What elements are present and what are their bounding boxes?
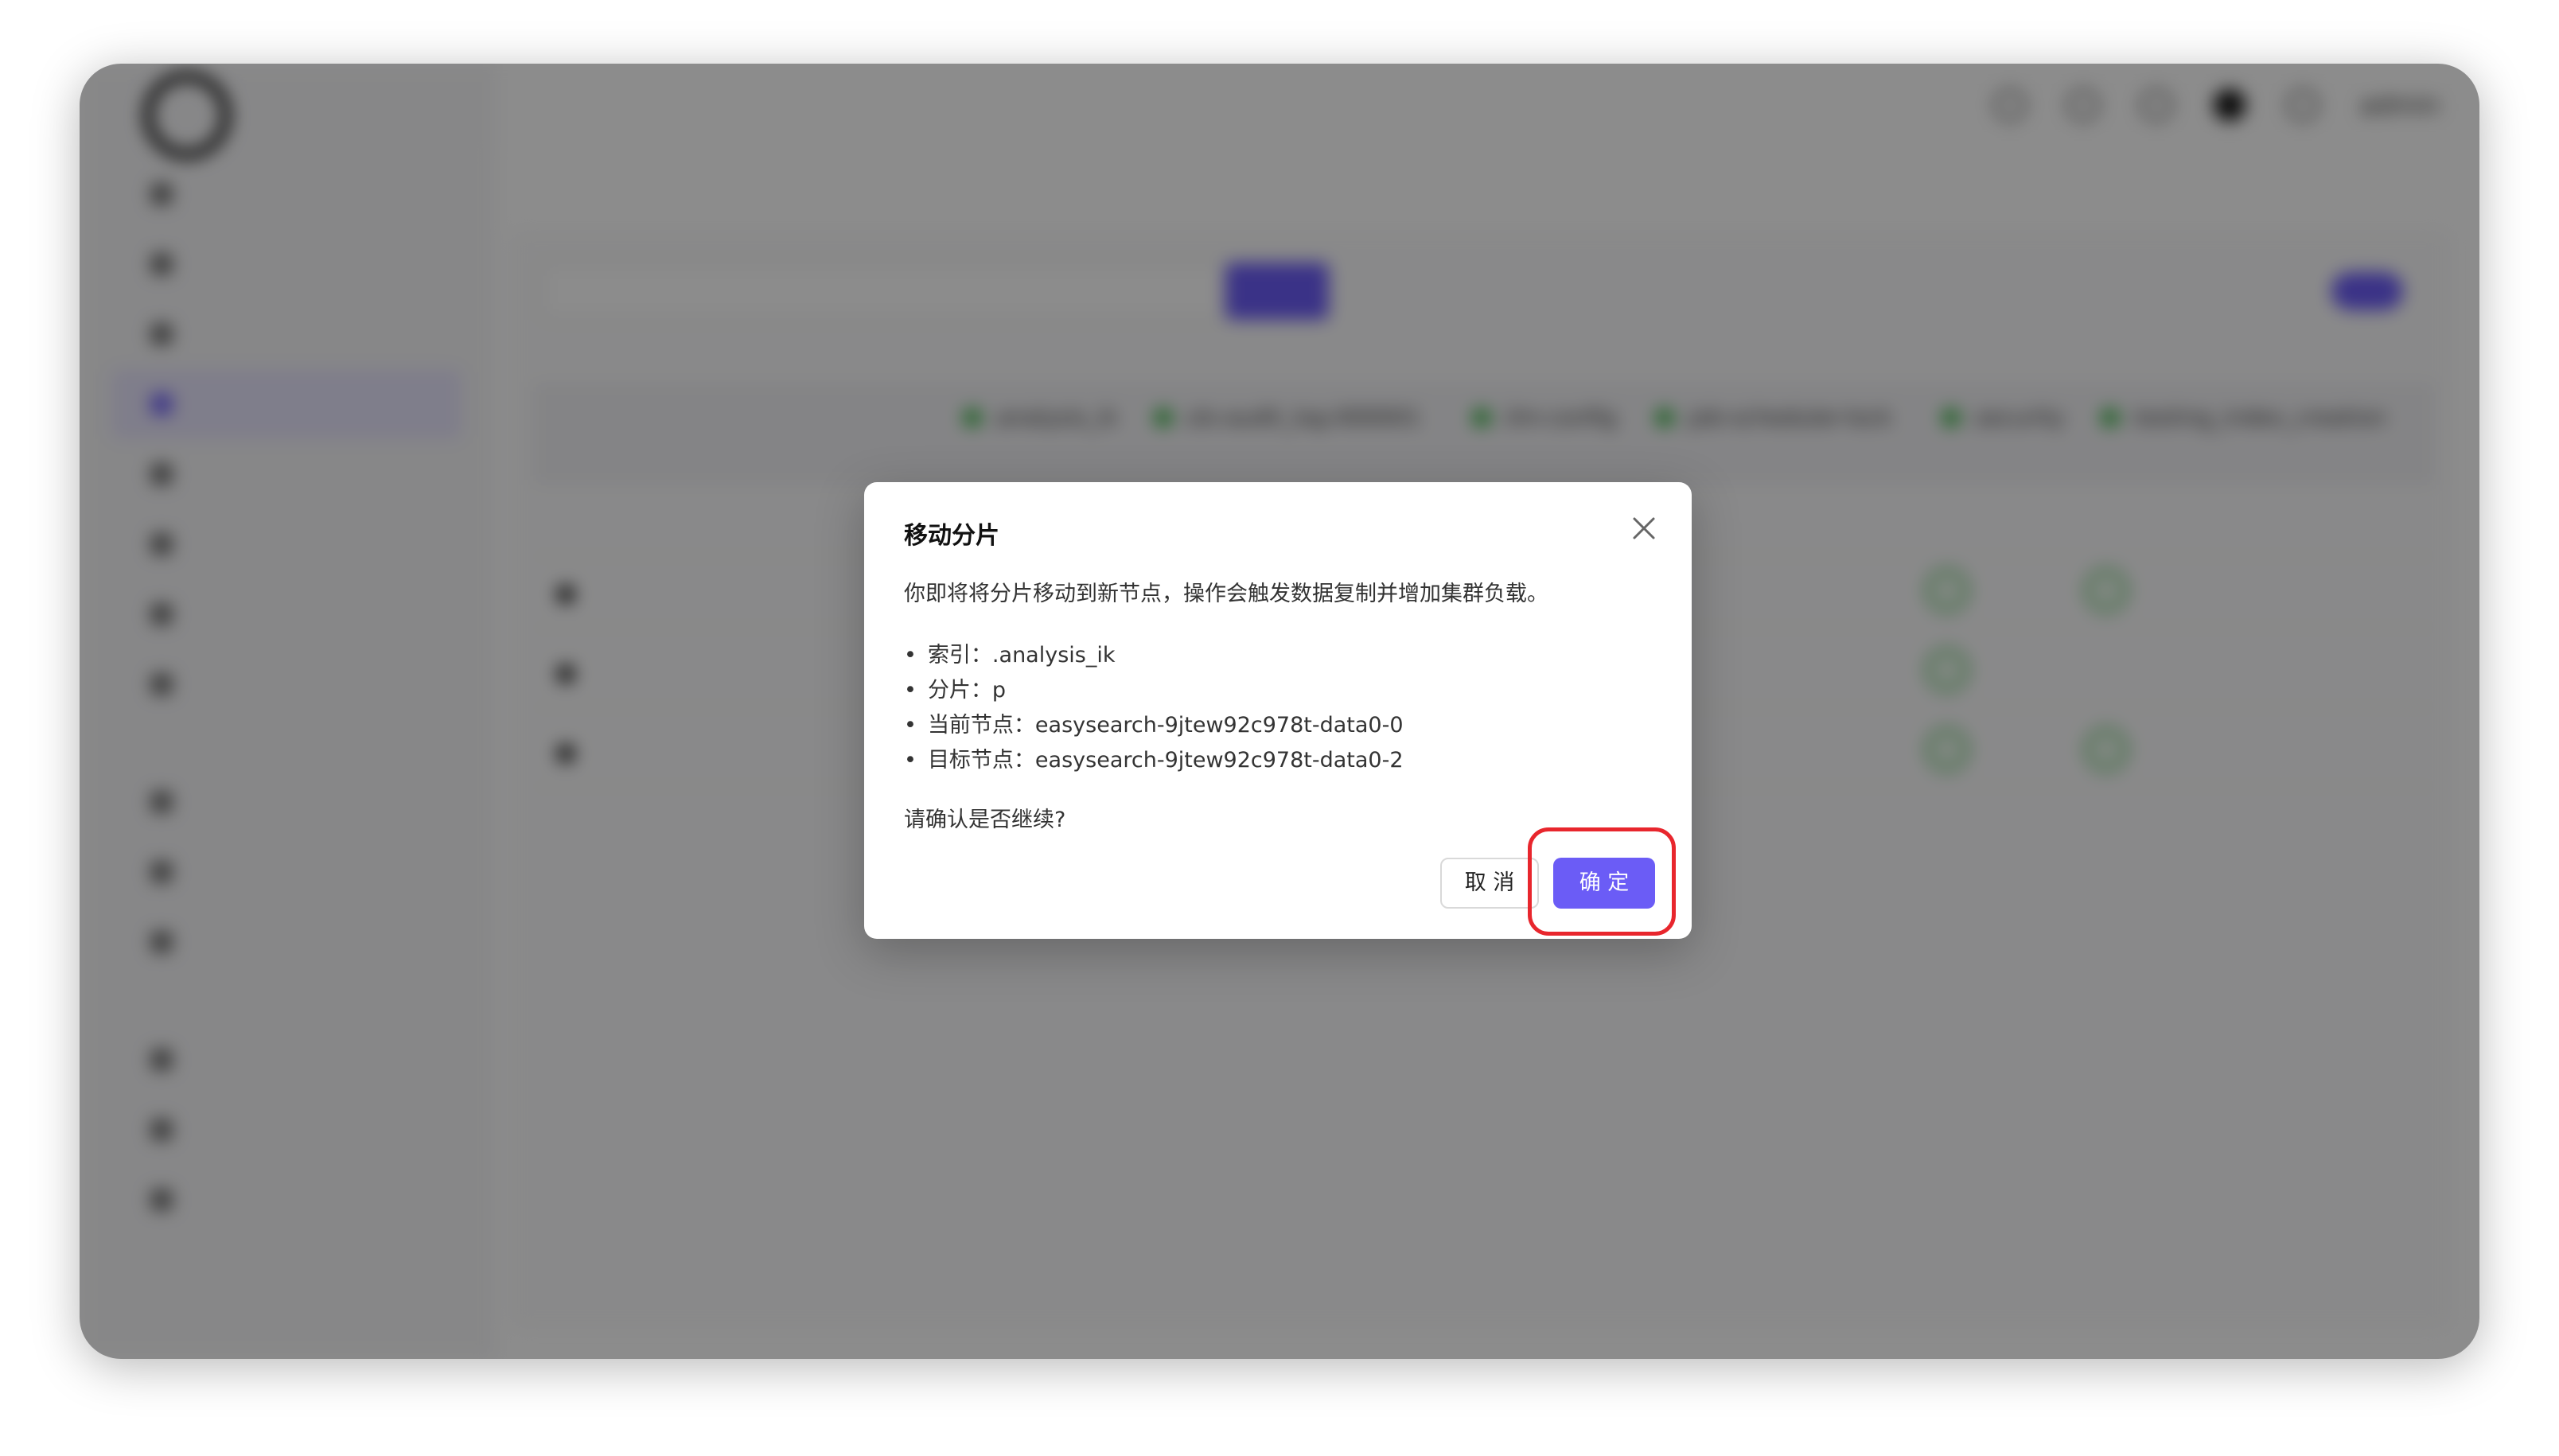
detail-index: 索引：.analysis_ik	[904, 638, 1404, 673]
confirm-question: 请确认是否继续?	[904, 808, 1066, 832]
confirm-button-highlight	[1528, 827, 1676, 936]
dialog-title: 移动分片	[904, 522, 999, 550]
detail-target-node: 目标节点：easysearch-9jtew92c978t-data0-2	[904, 743, 1404, 778]
dialog-description: 你即将将分片移动到新节点，操作会触发数据复制并增加集群负载。	[904, 582, 1548, 606]
close-icon[interactable]	[1628, 512, 1660, 544]
detail-current-node: 当前节点：easysearch-9jtew92c978t-data0-0	[904, 708, 1404, 743]
shard-details-list: 索引：.analysis_ik 分片：p 当前节点：easysearch-9jt…	[904, 638, 1404, 778]
cancel-button[interactable]: 取 消	[1440, 858, 1539, 909]
detail-shard: 分片：p	[904, 673, 1404, 708]
